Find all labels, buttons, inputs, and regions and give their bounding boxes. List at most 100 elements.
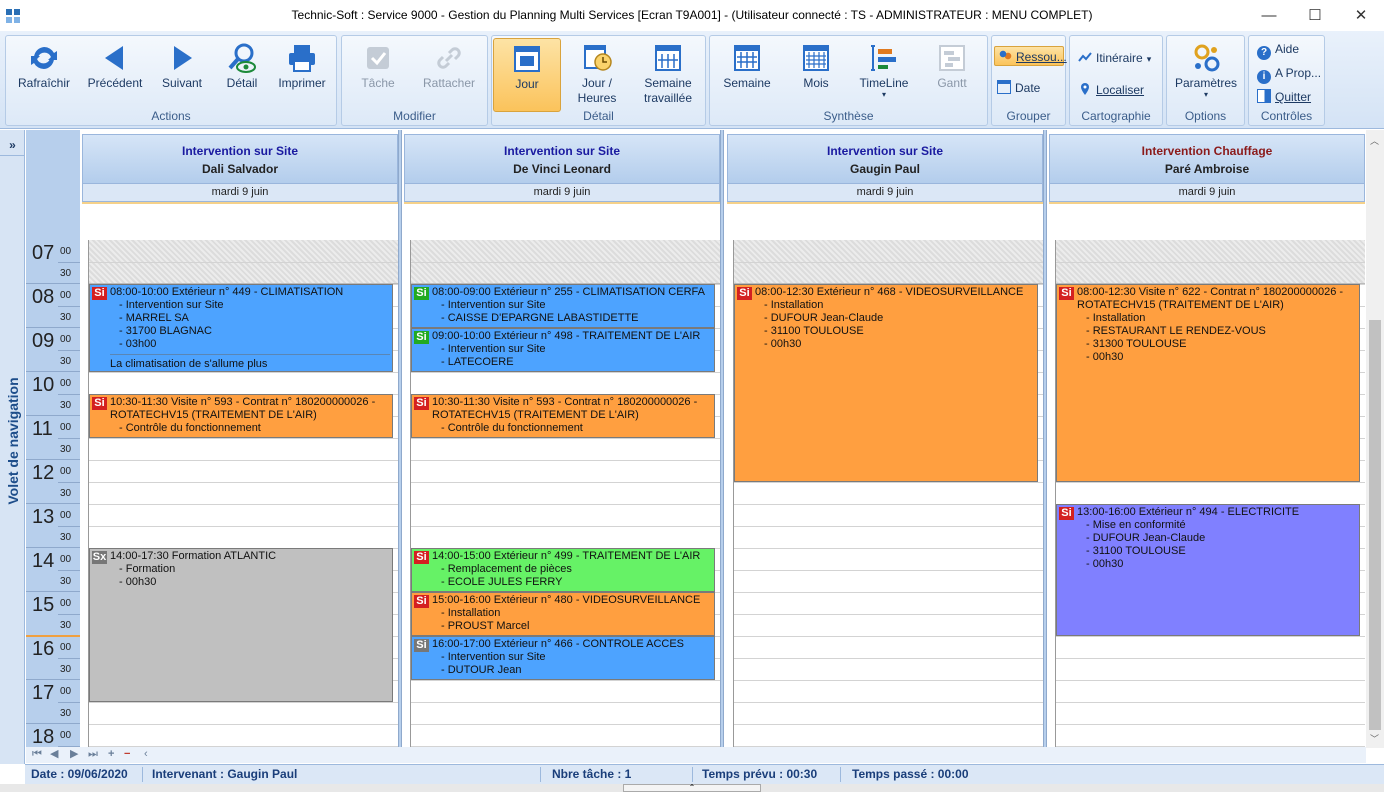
previous-record-icon[interactable]: ◀ — [50, 747, 58, 762]
appointment-line: - DUFOUR Jean-Claude — [764, 312, 884, 324]
appointment-line: ROTATECHV15 (TRAITEMENT DE L'AIR) — [432, 409, 639, 421]
day-column[interactable]: Si 08:00-09:00 Extérieur n° 255 - CLIMATI… — [411, 240, 720, 748]
minimize-button[interactable]: — — [1246, 0, 1292, 31]
month-view-button[interactable]: Mois — [786, 38, 846, 112]
timeline-button[interactable]: TimeLine ▾ — [852, 38, 916, 112]
all-day-area[interactable] — [727, 202, 1043, 240]
appointment[interactable]: Si 14:00-15:00 Extérieur n° 499 - TRAITEM… — [411, 548, 715, 592]
status-separator — [540, 767, 541, 782]
close-button[interactable]: ✕ — [1338, 0, 1384, 31]
day-view-button[interactable]: Jour — [493, 38, 561, 112]
appointment-line: - Remplacement de pièces — [441, 563, 572, 575]
day-hours-label-1: Jour / — [581, 76, 612, 90]
time-slot-line — [89, 372, 398, 373]
group-options: Paramètres ▾ Options — [1166, 35, 1245, 126]
appointment[interactable]: Si 08:00-12:30 Visite n° 622 - Contrat n°… — [1056, 284, 1360, 482]
resource-column-header[interactable]: Intervention sur Site Gaugin Paul — [727, 134, 1043, 184]
day-header[interactable]: mardi 9 juin — [727, 184, 1043, 202]
appointment-line: - Intervention sur Site — [119, 299, 224, 311]
detail-button[interactable]: Détail — [216, 38, 268, 112]
appointment[interactable]: Si 08:00-10:00 Extérieur n° 449 - CLIMATI… — [89, 284, 393, 372]
refresh-button[interactable]: Rafraîchir — [12, 38, 76, 112]
appointment-line: - Installation — [764, 299, 824, 311]
hour-row: 11 00 30 — [26, 416, 80, 460]
minute-label: 30 — [60, 488, 72, 499]
time-slot-line — [89, 702, 398, 703]
attach-button[interactable]: Rattacher — [414, 38, 484, 112]
appointment[interactable]: Sx 14:00-17:30 Formation ATLANTIC - Format… — [89, 548, 393, 702]
scroll-down-icon[interactable]: ﹀ — [1370, 732, 1379, 745]
status-badge: Si — [737, 287, 752, 300]
day-hours-button[interactable]: Jour / Heures — [566, 38, 628, 112]
work-week-button[interactable]: Semaine travaillée — [634, 38, 702, 112]
about-button[interactable]: i A Prop... — [1257, 63, 1322, 84]
all-day-area[interactable] — [404, 202, 720, 240]
add-record-icon[interactable]: + — [108, 747, 114, 762]
itinerary-button[interactable]: Itinéraire ▾ — [1078, 48, 1151, 68]
previous-button[interactable]: Précédent — [82, 38, 148, 112]
first-record-icon[interactable]: ⏮ — [32, 747, 42, 762]
scrollbar-thumb[interactable] — [1369, 320, 1381, 730]
print-button[interactable]: Imprimer — [272, 38, 332, 112]
appointment[interactable]: Si 10:30-11:30 Visite n° 593 - Contrat n°… — [89, 394, 393, 438]
day-column[interactable]: Si 08:00-12:30 Visite n° 622 - Contrat n°… — [1056, 240, 1365, 748]
exit-icon — [1257, 89, 1271, 103]
next-button[interactable]: Suivant — [154, 38, 210, 112]
appointment-line: 16:00-17:00 Extérieur n° 466 - CONTROLE … — [432, 638, 685, 650]
group-modifier-label: Modifier — [393, 109, 436, 123]
vertical-scrollbar[interactable]: ︿ ﹀ — [1366, 130, 1384, 748]
resource-name: Gaugin Paul — [849, 162, 920, 176]
resource-column-header[interactable]: Intervention Chauffage Paré Ambroise — [1049, 134, 1365, 184]
week-view-button[interactable]: Semaine — [716, 38, 778, 112]
next-record-icon[interactable]: ▶ — [70, 747, 78, 762]
expand-pane-button[interactable]: » — [0, 134, 25, 156]
help-button[interactable]: ? Aide — [1257, 39, 1299, 60]
appointment[interactable]: Si 16:00-17:00 Extérieur n° 466 - CONTROL… — [411, 636, 715, 680]
appointment-line: - 00h30 — [1086, 351, 1124, 363]
appointment-line: 08:00-09:00 Extérieur n° 255 - CLIMATISA… — [432, 286, 705, 298]
last-record-icon[interactable]: ⏭ — [88, 747, 98, 762]
link-icon — [437, 47, 461, 69]
day-header[interactable]: mardi 9 juin — [1049, 184, 1365, 202]
quit-label: Quitter — [1275, 90, 1312, 104]
maximize-button[interactable]: ☐ — [1292, 0, 1338, 31]
event-status-strip — [727, 240, 734, 748]
quit-button[interactable]: Quitter — [1257, 87, 1311, 107]
appointment[interactable]: Si 13:00-16:00 Extérieur n° 494 - ELECTRI… — [1056, 504, 1360, 636]
minute-label: 00 — [60, 378, 72, 389]
group-by-date-button[interactable]: Date — [997, 78, 1040, 98]
resource-category: Intervention sur Site — [503, 144, 621, 158]
resource-column-header[interactable]: Intervention sur Site Dali Salvador — [82, 134, 398, 184]
all-day-area[interactable] — [82, 202, 398, 240]
appointment[interactable]: Si 08:00-12:30 Extérieur n° 468 - VIDEOSU… — [734, 284, 1038, 482]
scroll-up-icon[interactable]: ︿ — [1370, 134, 1379, 147]
splitter-handle[interactable]: ⌃ — [623, 784, 761, 792]
group-cartographie-label: Cartographie — [1081, 109, 1151, 123]
gantt-button[interactable]: Gantt — [922, 38, 982, 112]
appointment-line: - Installation — [1086, 312, 1146, 324]
remove-record-icon[interactable]: − — [124, 747, 130, 762]
day-column[interactable]: Si 08:00-10:00 Extérieur n° 449 - CLIMATI… — [89, 240, 398, 748]
all-day-area[interactable] — [1049, 202, 1365, 240]
task-button[interactable]: Tâche — [348, 38, 408, 112]
appointment[interactable]: Si 15:00-16:00 Extérieur n° 480 - VIDEOSU… — [411, 592, 715, 636]
status-badge: Sx — [92, 551, 107, 564]
group-by-resource-button[interactable]: Ressou... — [994, 46, 1067, 66]
day-column[interactable]: Si 08:00-12:30 Extérieur n° 468 - VIDEOSU… — [734, 240, 1043, 748]
day-header[interactable]: mardi 9 juin — [82, 184, 398, 202]
time-slot-line — [734, 636, 1043, 637]
appointment[interactable]: Si 09:00-10:00 Extérieur n° 498 - TRAITEM… — [411, 328, 715, 372]
status-separator — [142, 767, 143, 782]
appointment[interactable]: Si 10:30-11:30 Visite n° 593 - Contrat n°… — [411, 394, 715, 438]
hour-label: 10 — [32, 374, 55, 396]
navigation-pane-label[interactable]: Volet de navigation — [2, 336, 24, 546]
appointment[interactable]: Si 08:00-09:00 Extérieur n° 255 - CLIMATI… — [411, 284, 715, 328]
resource-column-header[interactable]: Intervention sur Site De Vinci Leonard — [404, 134, 720, 184]
parameters-button[interactable]: Paramètres ▾ — [1170, 38, 1242, 112]
day-header[interactable]: mardi 9 juin — [404, 184, 720, 202]
locate-button[interactable]: Localiser — [1078, 80, 1144, 100]
about-label: A Prop... — [1275, 66, 1322, 80]
status-badge: Si — [414, 551, 429, 564]
scroll-left-icon[interactable]: ‹ — [144, 747, 148, 762]
navigation-pane: » Volet de navigation — [0, 130, 25, 764]
